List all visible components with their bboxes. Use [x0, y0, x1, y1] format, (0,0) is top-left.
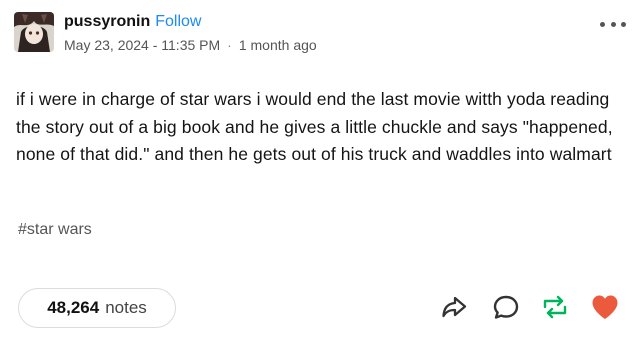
- share-icon[interactable]: [438, 291, 470, 323]
- relative-time: 1 month ago: [238, 37, 317, 53]
- more-dot: [610, 21, 616, 27]
- avatar[interactable]: [14, 12, 54, 52]
- post-header: pussyronin Follow May 23, 2024 - 11:35 PM…: [0, 0, 640, 60]
- more-options-icon[interactable]: [600, 15, 626, 33]
- reblog-icon[interactable]: [539, 291, 571, 323]
- notes-button[interactable]: 48,264 notes: [18, 288, 176, 328]
- avatar-image: [14, 12, 54, 52]
- meta-separator: ·: [227, 37, 232, 53]
- post-date[interactable]: May 23, 2024 - 11:35 PM: [64, 37, 220, 53]
- post-body: if i were in charge of star wars i would…: [16, 89, 613, 164]
- more-dot: [600, 21, 605, 27]
- notes-label: notes: [105, 298, 147, 317]
- user-row: pussyronin Follow: [64, 12, 201, 32]
- follow-button[interactable]: Follow: [155, 13, 201, 30]
- notes-count: 48,264: [47, 298, 100, 317]
- post-meta: May 23, 2024 - 11:35 PM · 1 month ago: [64, 36, 317, 54]
- reply-icon[interactable]: [490, 291, 522, 323]
- post-tag[interactable]: #star wars: [18, 221, 92, 239]
- username[interactable]: pussyronin: [64, 13, 150, 30]
- heart-icon[interactable]: [589, 291, 621, 323]
- more-dot: [621, 21, 626, 27]
